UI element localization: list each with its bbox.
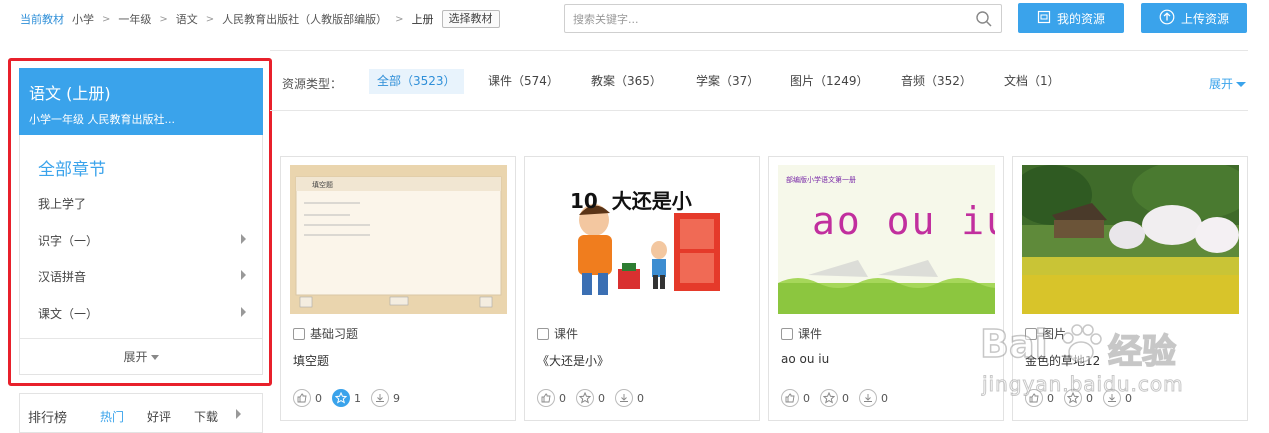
thumbnail-heading: 填空题 [312,181,333,189]
resource-type: 课件 [537,325,578,342]
download-count: 9 [393,391,400,405]
resource-thumbnail-pinyin[interactable]: 部编版小学语文第一册 ao ou iu [778,165,995,314]
my-resources-button[interactable]: 我的资源 [1018,3,1124,33]
select-textbook-button[interactable]: 选择教材 [441,10,500,28]
like-count: 0 [559,391,566,405]
like-count: 0 [803,391,810,405]
favorite-count: 0 [842,391,849,405]
download-icon[interactable] [371,389,389,407]
upload-resource-label: 上传资源 [1180,11,1229,26]
resource-type: 课件 [781,325,822,342]
search-icon[interactable] [975,10,993,32]
courseware-icon [781,327,793,340]
upload-icon [1159,9,1175,28]
search-box[interactable]: 搜索关键字... [564,4,1002,33]
download-count: 0 [881,391,888,405]
resource-type-label: 基础习题 [310,327,359,341]
breadcrumb-item-level[interactable]: 小学 [72,11,94,27]
like-icon[interactable] [537,389,555,407]
favorite-icon[interactable] [576,389,594,407]
exercise-icon [293,327,305,340]
watermark-url: jingyan.baidu.com [982,372,1184,397]
resource-stats: 0 0 0 [537,389,654,407]
resource-card[interactable]: 填空题 基础习题 填空题 0 1 9 [280,156,516,421]
resource-thumbnail-illustration[interactable]: 10 大还是小 [534,165,751,314]
breadcrumb: 当前教材 小学 > 一年级 > 语文 > 人民教育出版社（人教版部编版） > 上… [20,10,500,28]
thumbnail-heading: 部编版小学语文第一册 [786,176,856,184]
my-resources-label: 我的资源 [1056,11,1105,26]
resource-thumbnail-worksheet[interactable]: 填空题 [290,165,507,314]
header-divider [270,50,1248,51]
download-count: 0 [637,391,644,405]
filter-tab-audio[interactable]: 音频（352） [893,69,980,94]
like-icon[interactable] [293,389,311,407]
like-count: 0 [315,391,322,405]
ranking-tab-downloads[interactable]: 下载 [194,408,218,425]
resource-stats: 0 1 9 [293,389,410,407]
filter-tab-lesson-plan[interactable]: 教案（365） [583,69,670,94]
ranking-tab-rating[interactable]: 好评 [147,408,171,425]
filter-tab-documents[interactable]: 文档（1） [996,69,1068,94]
filter-expand-label: 展开 [1209,77,1234,91]
upload-resource-button[interactable]: 上传资源 [1141,3,1247,33]
chevron-right-icon[interactable] [236,409,241,419]
folder-icon [1037,10,1051,27]
breadcrumb-separator: > [205,13,215,25]
filter-expand-button[interactable]: 展开 [1209,75,1247,92]
resource-type: 基础习题 [293,325,358,342]
resource-type-label: 课件 [554,327,579,341]
filter-tab-images[interactable]: 图片（1249） [782,69,877,94]
resource-card[interactable]: 10 大还是小 课件 《大还是小》 0 0 0 [524,156,760,421]
chevron-down-icon [1236,82,1247,87]
breadcrumb-item-volume: 上册 [411,13,434,26]
favorite-icon[interactable] [332,389,350,407]
resource-title[interactable]: ao ou iu [781,352,829,366]
resource-title[interactable]: 《大还是小》 [537,352,609,369]
thumbnail-heading: 10 大还是小 [570,189,692,213]
search-input[interactable]: 搜索关键字... [573,11,639,27]
resource-title[interactable]: 填空题 [293,352,329,369]
resource-card[interactable]: 部编版小学语文第一册 ao ou iu 课件 ao ou iu 0 0 0 [768,156,1004,421]
download-icon[interactable] [615,389,633,407]
highlight-annotation-box [8,58,272,386]
thumbnail-letters: ao ou iu [812,199,995,243]
like-icon[interactable] [781,389,799,407]
filter-divider [270,110,1248,111]
paw-icon [1058,322,1104,372]
breadcrumb-item-publisher[interactable]: 人民教育出版社（人教版部编版） [222,11,387,27]
resource-thumbnail-photo[interactable] [1022,165,1239,314]
resource-type-label: 课件 [798,327,823,341]
baidu-jingyan-watermark: Bai 经验 jingyan.baidu.com [979,321,1220,412]
download-icon[interactable] [859,389,877,407]
ranking-tab-hot[interactable]: 热门 [100,408,124,425]
breadcrumb-separator: > [102,13,111,25]
filter-tab-all[interactable]: 全部（3523） [369,69,464,94]
breadcrumb-separator: > [159,13,168,25]
breadcrumb-current-label[interactable]: 当前教材 [20,11,64,27]
courseware-icon [537,327,549,340]
watermark-text: Bai [979,321,1048,367]
breadcrumb-separator: > [395,13,404,25]
watermark-text: 经验 [1107,331,1177,373]
favorite-count: 0 [598,391,605,405]
breadcrumb-item-subject[interactable]: 语文 [176,11,198,27]
filter-tab-study-plan[interactable]: 学案（37） [688,69,767,94]
ranking-panel: 排行榜 热门 好评 下载 [19,393,263,433]
ranking-title: 排行榜 [28,411,68,426]
favorite-count: 1 [354,391,361,405]
breadcrumb-item-grade[interactable]: 一年级 [118,11,151,27]
favorite-icon[interactable] [820,389,838,407]
filter-tab-courseware[interactable]: 课件（574） [480,69,567,94]
resource-stats: 0 0 0 [781,389,898,407]
resource-type-label: 资源类型： [282,77,343,91]
